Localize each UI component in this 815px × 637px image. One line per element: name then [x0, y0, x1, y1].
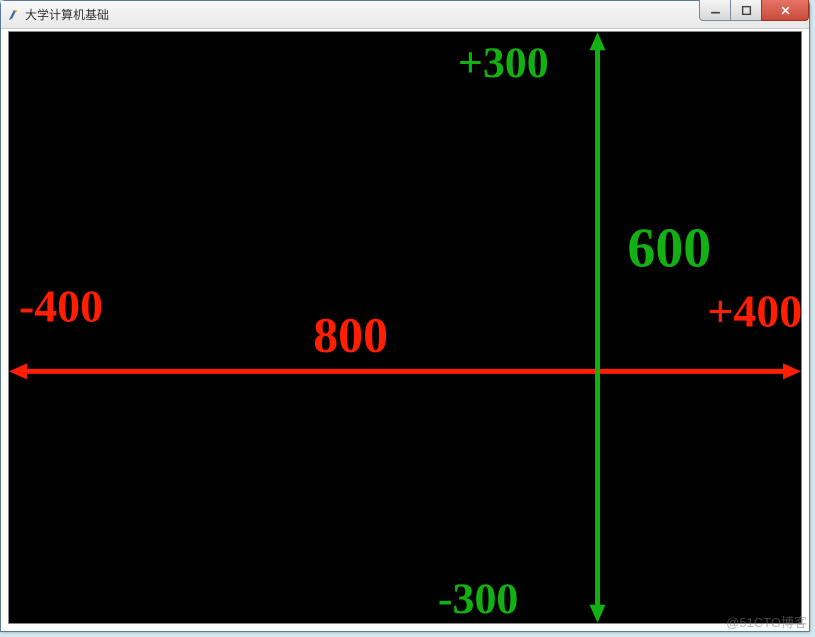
coordinate-diagram: -400 +400 800 +300 -300 600 — [9, 32, 801, 623]
feather-icon — [7, 8, 21, 22]
watermark-text: @51CTO博客 — [726, 612, 807, 631]
x-axis — [9, 363, 801, 379]
maximize-button[interactable] — [730, 0, 762, 21]
x-neg-label: -400 — [19, 281, 103, 332]
y-span-label: 600 — [627, 218, 711, 280]
turtle-canvas: -400 +400 800 +300 -300 600 — [8, 31, 802, 624]
window-title: 大学计算机基础 — [25, 6, 109, 23]
window-controls — [700, 0, 809, 21]
minimize-button[interactable] — [699, 0, 731, 21]
title-bar[interactable]: 大学计算机基础 — [1, 1, 809, 29]
y-neg-label: -300 — [438, 575, 518, 623]
close-button[interactable] — [761, 0, 809, 21]
y-pos-label: +300 — [458, 39, 549, 87]
y-axis — [590, 32, 606, 623]
app-window: 大学计算机基础 — [0, 0, 810, 632]
x-span-label: 800 — [313, 307, 388, 362]
x-pos-label: +400 — [707, 286, 801, 337]
